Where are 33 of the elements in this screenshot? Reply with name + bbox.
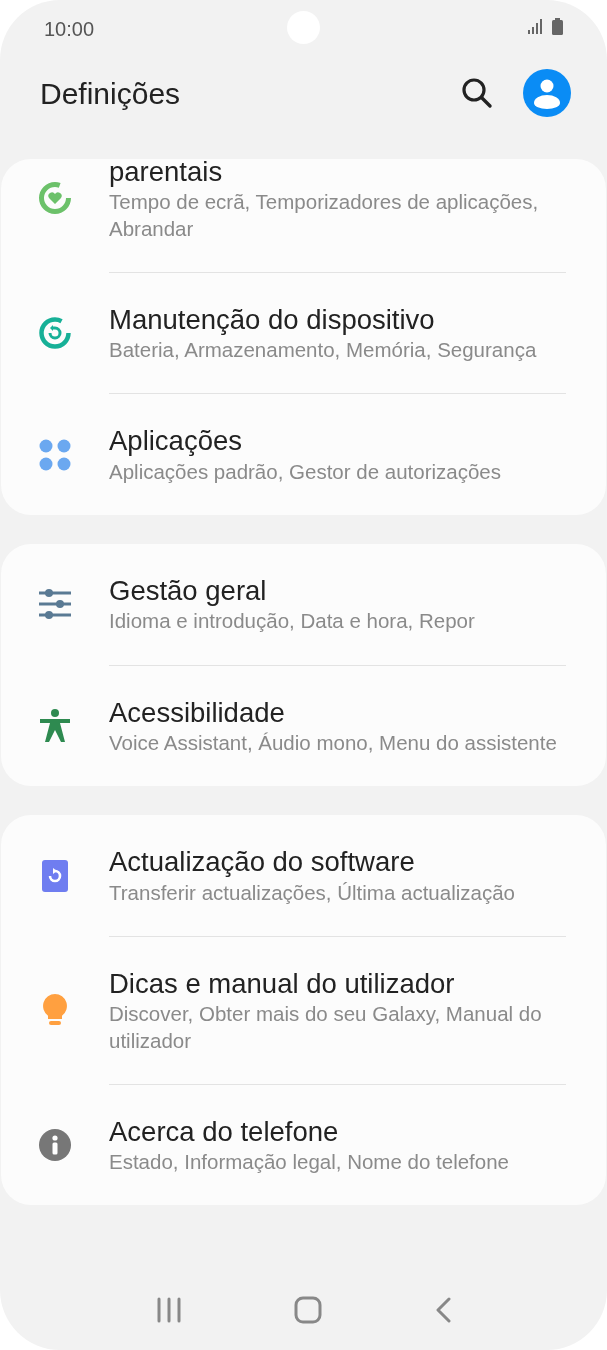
setting-title[interactable]: Acessibilidade bbox=[109, 695, 566, 731]
setting-description: Transferir actualizações, Última actualização bbox=[109, 879, 516, 906]
setting-title[interactable]: Acerca do telefone bbox=[109, 1114, 566, 1150]
setting-description: Idioma e introdução, Data e hora, Repor bbox=[109, 608, 476, 635]
parental-controls-icon bbox=[38, 181, 72, 216]
setting-title[interactable]: Actualização do software bbox=[109, 845, 566, 880]
search-icon[interactable] bbox=[461, 77, 493, 109]
status-time: 10:00 bbox=[44, 17, 95, 42]
signal-icon bbox=[528, 19, 544, 34]
home-icon[interactable] bbox=[294, 1296, 323, 1324]
lightbulb-icon bbox=[41, 993, 69, 1028]
setting-title[interactable]: Dicas e manual do utilizador bbox=[109, 966, 566, 1002]
apps-grid-icon bbox=[38, 437, 72, 472]
setting-title[interactable]: Aplicações bbox=[109, 424, 566, 459]
setting-description: Discover, Obter mais do seu Galaxy, Manual do utilizador bbox=[109, 1001, 543, 1054]
page-title: Definições bbox=[40, 75, 181, 112]
software-update-icon bbox=[41, 858, 69, 893]
sliders-icon bbox=[38, 587, 72, 622]
setting-title[interactable]: Gestão geral bbox=[109, 574, 566, 609]
setting-description: Estado, Informação legal, Nome do telefone bbox=[109, 1149, 510, 1176]
profile-avatar-icon[interactable] bbox=[523, 69, 571, 117]
recent-apps-icon[interactable] bbox=[156, 1297, 183, 1323]
setting-description: Tempo de ecrã, Temporizadores de aplicações, Abrandar bbox=[109, 189, 540, 242]
battery-icon bbox=[552, 18, 563, 35]
setting-description: Voice Assistant, Áudio mono, Menu do assistente bbox=[109, 730, 558, 757]
back-icon[interactable] bbox=[434, 1297, 451, 1323]
info-icon bbox=[38, 1128, 72, 1163]
accessibility-figure-icon bbox=[39, 708, 71, 743]
setting-description: Bateria, Armazenamento, Memória, Segurança bbox=[109, 337, 538, 364]
device-care-icon bbox=[38, 316, 72, 351]
setting-title[interactable]: parentais bbox=[109, 159, 566, 190]
setting-title[interactable]: Manutenção do dispositivo bbox=[109, 302, 566, 338]
setting-description: Aplicações padrão, Gestor de autorizações bbox=[109, 458, 502, 485]
